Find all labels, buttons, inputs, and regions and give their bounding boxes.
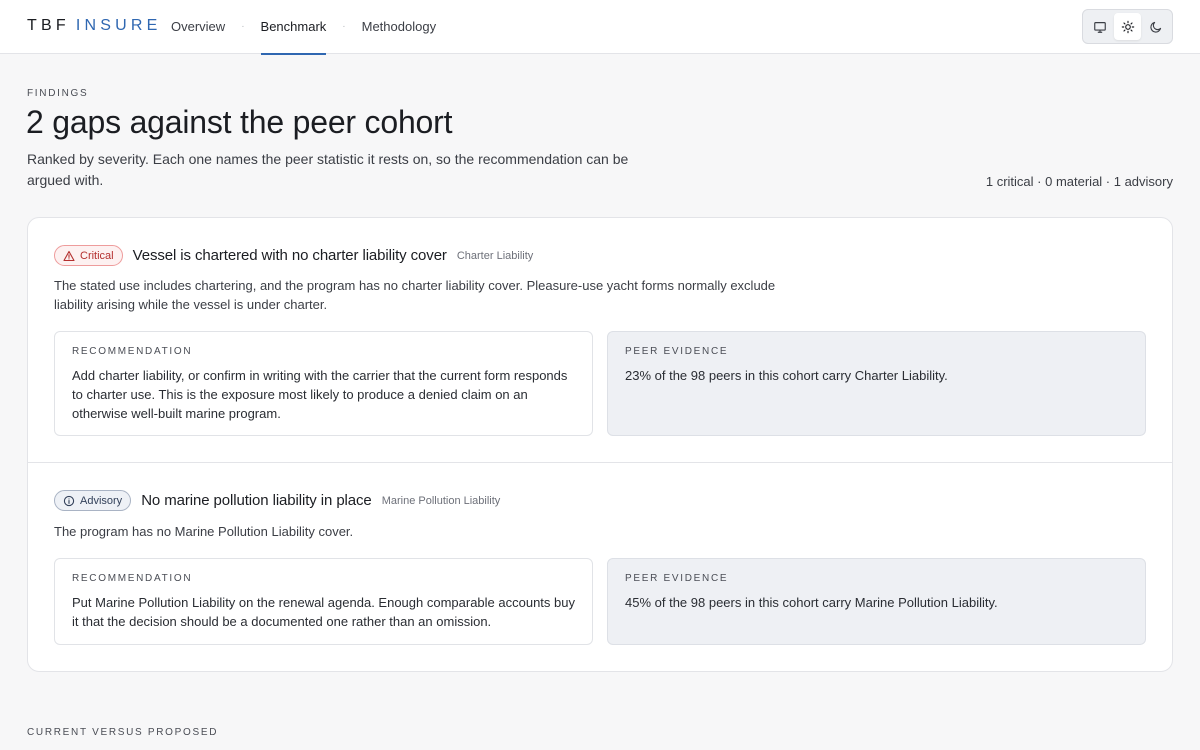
severity-label: Advisory: [80, 494, 123, 507]
current-versus-proposed-eyebrow: CURRENT VERSUS PROPOSED: [27, 727, 219, 738]
peer-evidence-box: PEER EVIDENCE 23% of the 98 peers in thi…: [607, 331, 1146, 436]
recommendation-text: Put Marine Pollution Liability on the re…: [72, 595, 575, 629]
finding-title: No marine pollution liability in place: [141, 492, 372, 509]
nav-overview[interactable]: Overview: [171, 0, 225, 54]
nav-methodology[interactable]: Methodology: [362, 0, 436, 54]
main-nav: Overview · Benchmark · Methodology: [171, 0, 436, 55]
finding-description: The stated use includes chartering, and …: [54, 278, 776, 312]
page-subtitle: Ranked by severity. Each one names the p…: [27, 151, 629, 188]
severity-badge: Critical: [54, 245, 123, 266]
finding-header: Advisory No marine pollution liability i…: [54, 490, 500, 511]
info-circle-icon: [63, 495, 75, 506]
recommendation-box: RECOMMENDATION Add charter liability, or…: [54, 331, 593, 436]
nav-separator: ·: [342, 21, 346, 32]
recommendation-text: Add charter liability, or confirm in wri…: [72, 368, 568, 421]
top-bar: TBF INSURE Overview · Benchmark · Methodo…: [0, 0, 1200, 55]
brand-name-part2: INSURE: [75, 17, 162, 34]
monitor-icon: [1093, 21, 1106, 33]
theme-toggle: [1082, 9, 1173, 44]
finding-title: Vessel is chartered with no charter liab…: [132, 247, 447, 264]
finding-header: Critical Vessel is chartered with no cha…: [54, 245, 533, 266]
peer-evidence-text: 45% of the 98 peers in this cohort carry…: [625, 595, 998, 610]
finding-item: Advisory No marine pollution liability i…: [28, 464, 1172, 672]
peer-evidence-label: PEER EVIDENCE: [625, 346, 729, 357]
recommendation-label: RECOMMENDATION: [72, 346, 193, 357]
coverage-tag: Charter Liability: [456, 249, 534, 262]
peer-evidence-label: PEER EVIDENCE: [625, 573, 729, 584]
brand-name-part1: TBF: [27, 17, 70, 34]
theme-light-button[interactable]: [1114, 13, 1141, 40]
sun-icon: [1121, 20, 1134, 33]
theme-dark-button[interactable]: [1142, 13, 1169, 40]
warning-triangle-icon: [63, 250, 75, 261]
nav-separator: ·: [241, 21, 245, 32]
finding-description: The program has no Marine Pollution Liab…: [54, 524, 354, 539]
findings-card: Critical Vessel is chartered with no cha…: [27, 217, 1173, 672]
finding-item: Critical Vessel is chartered with no cha…: [28, 218, 1172, 463]
recommendation-label: RECOMMENDATION: [72, 573, 193, 584]
peer-evidence-text: 23% of the 98 peers in this cohort carry…: [625, 368, 948, 383]
severity-tally: 1 critical · 0 material · 1 advisory: [985, 174, 1173, 189]
severity-badge: Advisory: [54, 490, 132, 511]
recommendation-box: RECOMMENDATION Put Marine Pollution Liab…: [54, 558, 593, 645]
page-title: 2 gaps against the peer cohort: [26, 104, 453, 140]
severity-label: Critical: [80, 249, 114, 262]
coverage-tag: Marine Pollution Liability: [381, 494, 501, 507]
nav-benchmark[interactable]: Benchmark: [260, 0, 326, 55]
moon-icon: [1149, 21, 1161, 33]
brand-logo[interactable]: TBF INSURE: [27, 17, 161, 35]
theme-system-button[interactable]: [1086, 13, 1113, 40]
findings-eyebrow: FINDINGS: [27, 88, 89, 99]
peer-evidence-box: PEER EVIDENCE 45% of the 98 peers in thi…: [607, 558, 1146, 645]
